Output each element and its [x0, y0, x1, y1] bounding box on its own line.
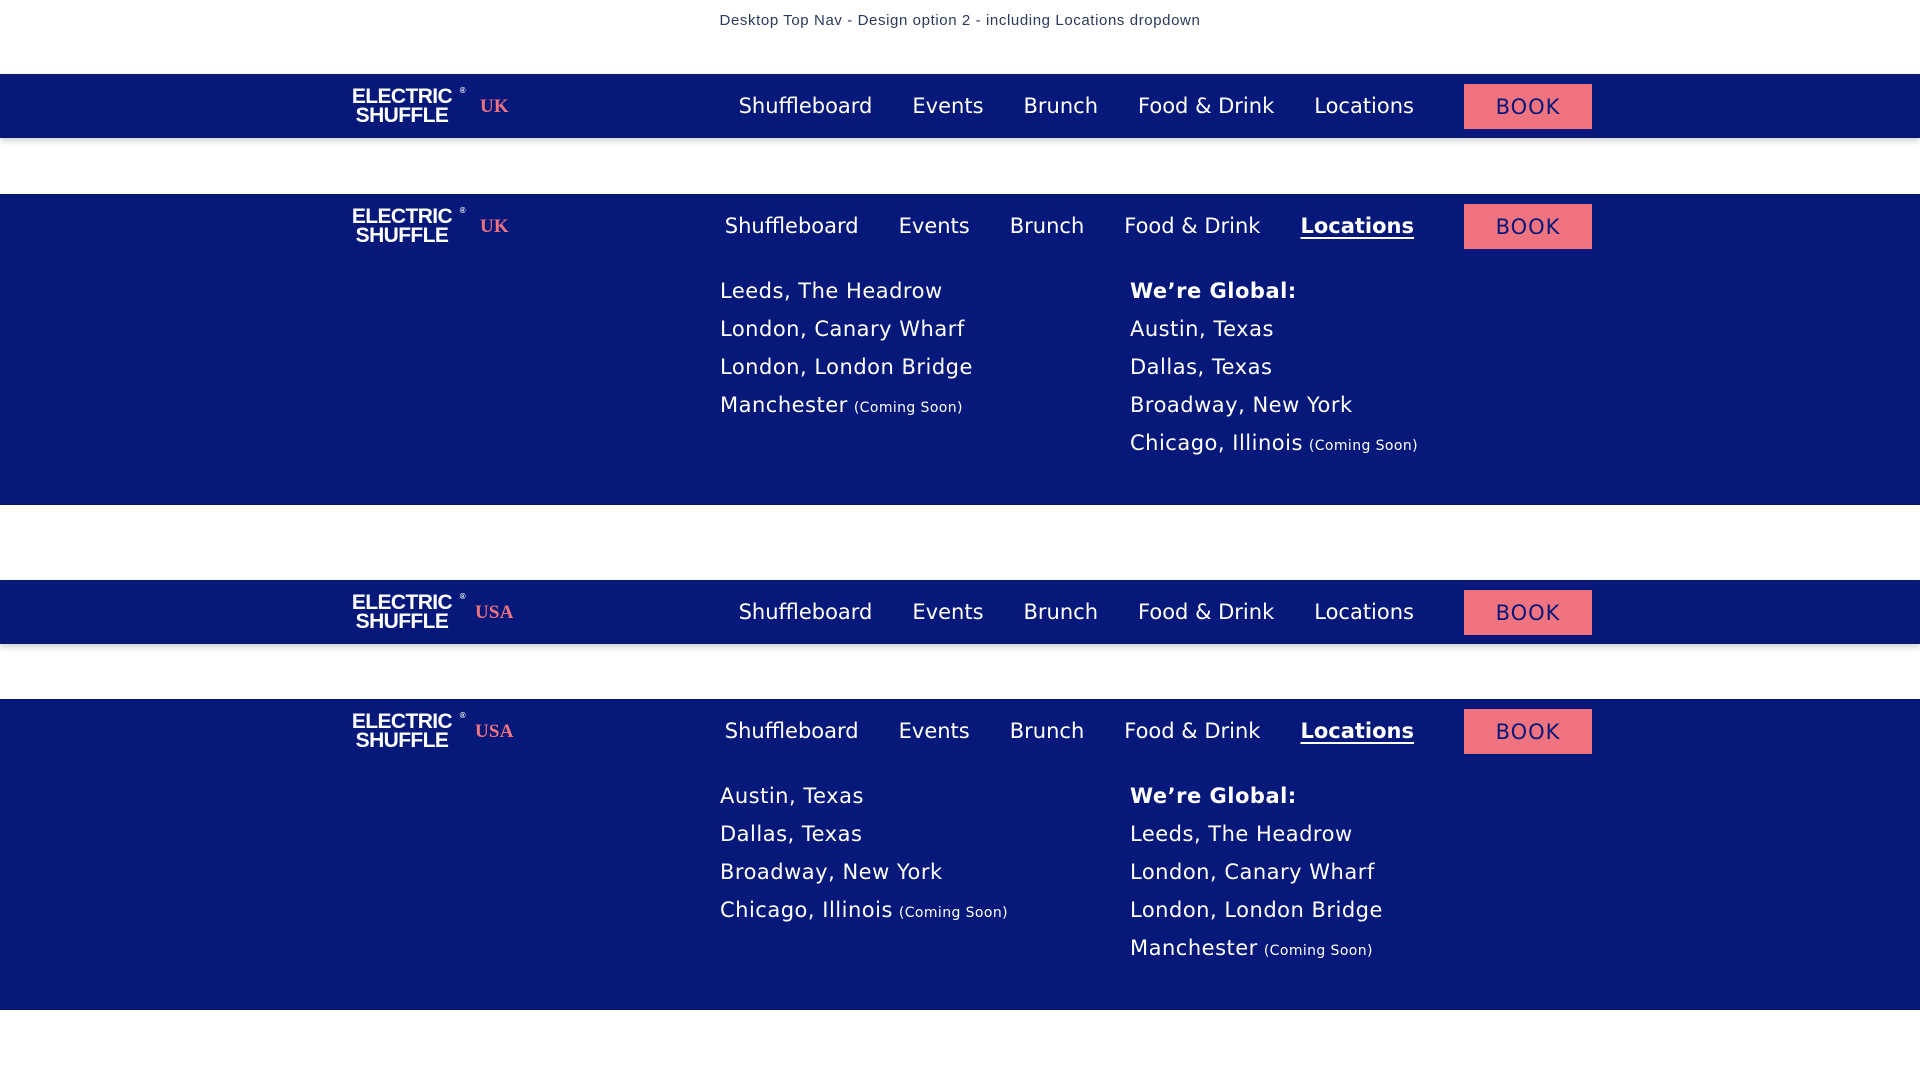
electric-shuffle-logo[interactable]: ELECTRIC SHUFFLE ®: [341, 206, 466, 247]
location-link-austin[interactable]: Austin, Texas: [720, 783, 1008, 821]
coming-soon-tag: (Coming Soon): [898, 905, 1008, 921]
book-button[interactable]: BOOK: [1464, 590, 1592, 635]
global-locations-list: We’re Global: Austin, Texas Dallas, Texa…: [1130, 278, 1418, 468]
nav-locations[interactable]: Locations: [1314, 600, 1414, 624]
location-link-leeds[interactable]: Leeds, The Headrow: [1130, 821, 1383, 859]
nav-shuffleboard[interactable]: Shuffleboard: [725, 719, 859, 743]
coming-soon-tag: (Coming Soon): [1308, 438, 1418, 454]
location-name: Chicago, Illinois: [720, 898, 893, 922]
region-label: UK: [480, 96, 509, 117]
logo-line-2: SHUFFLE: [355, 224, 449, 247]
book-button[interactable]: BOOK: [1464, 84, 1592, 129]
nav-brunch[interactable]: Brunch: [1010, 214, 1085, 238]
top-nav-usa-closed: ELECTRIC SHUFFLE ® USA Shuffleboard Even…: [0, 580, 1920, 644]
nav-food-drink[interactable]: Food & Drink: [1138, 600, 1274, 624]
nav-brunch[interactable]: Brunch: [1024, 94, 1099, 118]
location-link-london-bridge[interactable]: London, London Bridge: [1130, 897, 1383, 935]
nav-brunch[interactable]: Brunch: [1024, 600, 1099, 624]
location-name: Manchester: [1130, 936, 1258, 960]
logo-line-2: SHUFFLE: [355, 104, 449, 127]
location-link-manchester[interactable]: Manchester (Coming Soon): [720, 392, 973, 430]
main-menu: Shuffleboard Events Brunch Food & Drink …: [699, 74, 1414, 138]
local-locations-list: Leeds, The Headrow London, Canary Wharf …: [720, 278, 973, 430]
main-menu: Shuffleboard Events Brunch Food & Drink …: [685, 699, 1414, 763]
registered-mark: ®: [459, 206, 466, 215]
location-link-chicago[interactable]: Chicago, Illinois (Coming Soon): [720, 897, 1008, 935]
main-menu: Shuffleboard Events Brunch Food & Drink …: [699, 580, 1414, 644]
location-link-austin[interactable]: Austin, Texas: [1130, 316, 1418, 354]
coming-soon-tag: (Coming Soon): [853, 400, 963, 416]
logo-line-2: SHUFFLE: [355, 610, 449, 633]
nav-locations-active[interactable]: Locations: [1300, 214, 1414, 238]
global-heading: We’re Global:: [1130, 784, 1297, 808]
book-button[interactable]: BOOK: [1464, 709, 1592, 754]
electric-shuffle-logo[interactable]: ELECTRIC SHUFFLE ®: [341, 592, 466, 633]
location-link-dallas[interactable]: Dallas, Texas: [1130, 354, 1418, 392]
nav-locations-active[interactable]: Locations: [1300, 719, 1414, 743]
nav-shuffleboard[interactable]: Shuffleboard: [739, 94, 873, 118]
region-label: UK: [480, 216, 509, 237]
nav-brunch[interactable]: Brunch: [1010, 719, 1085, 743]
nav-food-drink[interactable]: Food & Drink: [1138, 94, 1274, 118]
electric-shuffle-logo[interactable]: ELECTRIC SHUFFLE ®: [341, 86, 466, 127]
location-link-broadway[interactable]: Broadway, New York: [1130, 392, 1418, 430]
registered-mark: ®: [459, 711, 466, 720]
location-link-dallas[interactable]: Dallas, Texas: [720, 821, 1008, 859]
nav-locations[interactable]: Locations: [1314, 94, 1414, 118]
location-link-chicago[interactable]: Chicago, Illinois (Coming Soon): [1130, 430, 1418, 468]
location-link-broadway[interactable]: Broadway, New York: [720, 859, 1008, 897]
nav-shuffleboard[interactable]: Shuffleboard: [739, 600, 873, 624]
top-nav-usa-locations-open: ELECTRIC SHUFFLE ® USA Shuffleboard Even…: [0, 699, 1920, 1010]
registered-mark: ®: [459, 86, 466, 95]
location-link-manchester[interactable]: Manchester (Coming Soon): [1130, 935, 1383, 973]
page-caption: Desktop Top Nav - Design option 2 - incl…: [719, 12, 1201, 29]
location-link-leeds[interactable]: Leeds, The Headrow: [720, 278, 973, 316]
location-link-canary-wharf[interactable]: London, Canary Wharf: [720, 316, 973, 354]
nav-events[interactable]: Events: [899, 214, 970, 238]
book-button[interactable]: BOOK: [1464, 204, 1592, 249]
region-label: USA: [475, 721, 514, 742]
local-locations-list: Austin, Texas Dallas, Texas Broadway, Ne…: [720, 783, 1008, 935]
top-nav-uk-locations-open: ELECTRIC SHUFFLE ® UK Shuffleboard Event…: [0, 194, 1920, 505]
coming-soon-tag: (Coming Soon): [1263, 943, 1373, 959]
nav-events[interactable]: Events: [912, 94, 983, 118]
location-link-london-bridge[interactable]: London, London Bridge: [720, 354, 973, 392]
registered-mark: ®: [459, 592, 466, 601]
global-locations-list: We’re Global: Leeds, The Headrow London,…: [1130, 783, 1383, 973]
nav-shuffleboard[interactable]: Shuffleboard: [725, 214, 859, 238]
nav-events[interactable]: Events: [899, 719, 970, 743]
location-link-canary-wharf[interactable]: London, Canary Wharf: [1130, 859, 1383, 897]
location-name: Manchester: [720, 393, 848, 417]
nav-food-drink[interactable]: Food & Drink: [1124, 719, 1260, 743]
top-nav-uk-closed: ELECTRIC SHUFFLE ® UK Shuffleboard Event…: [0, 74, 1920, 138]
main-menu: Shuffleboard Events Brunch Food & Drink …: [685, 194, 1414, 258]
region-label: USA: [475, 602, 514, 623]
nav-events[interactable]: Events: [912, 600, 983, 624]
logo-line-2: SHUFFLE: [355, 729, 449, 752]
location-name: Chicago, Illinois: [1130, 431, 1303, 455]
global-heading: We’re Global:: [1130, 279, 1297, 303]
electric-shuffle-logo[interactable]: ELECTRIC SHUFFLE ®: [341, 711, 466, 752]
nav-food-drink[interactable]: Food & Drink: [1124, 214, 1260, 238]
